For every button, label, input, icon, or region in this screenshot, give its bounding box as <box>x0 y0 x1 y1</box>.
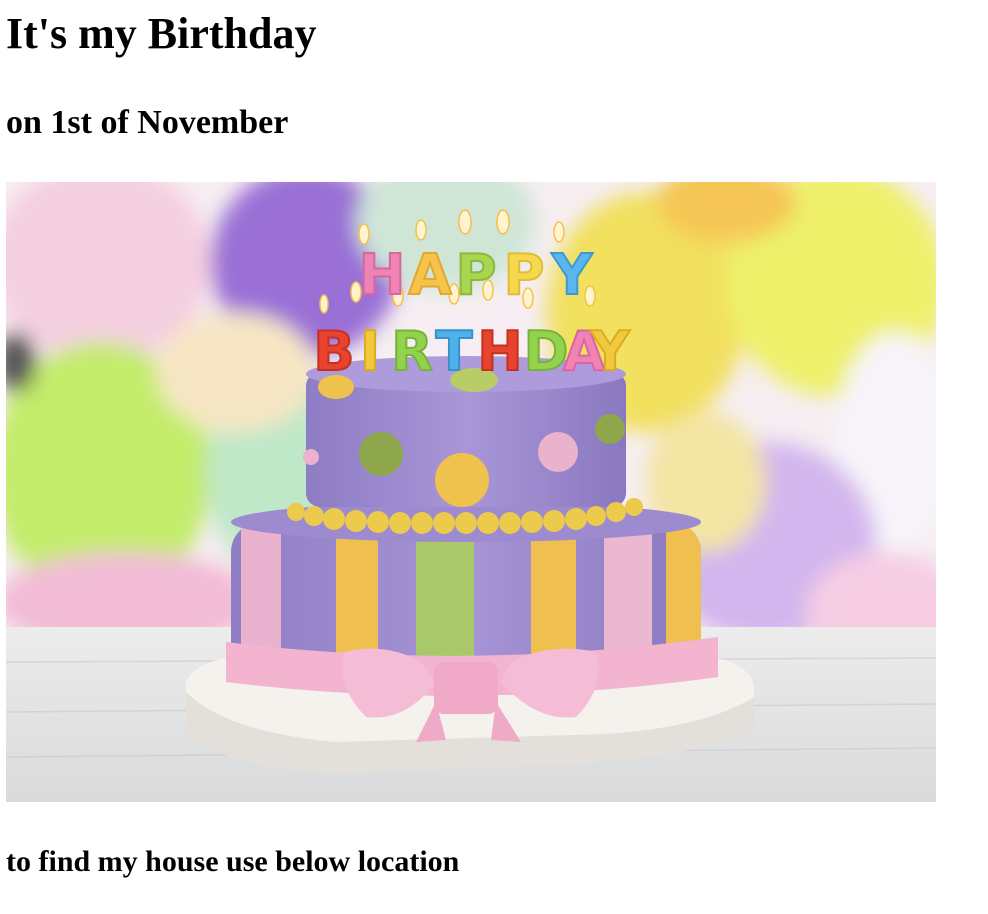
page-subtitle: on 1st of November <box>6 104 289 141</box>
candle-letter: B <box>313 320 354 383</box>
candle-letter: D <box>524 320 569 383</box>
candle-letter: A <box>408 243 452 308</box>
candle-letter: P <box>503 243 544 308</box>
candle-letter: Y <box>589 320 630 383</box>
page-title: It's my Birthday <box>6 9 317 58</box>
candle-letter: Y <box>551 243 594 308</box>
candle-letter: R <box>391 320 433 383</box>
candle-letter: I <box>360 320 380 383</box>
candle-letter: H <box>359 243 406 308</box>
candle-letter: H <box>477 320 522 383</box>
birthday-cake-image: H A P P Y B I R T H D A Y <box>6 182 936 802</box>
candle-letter: T <box>436 320 473 383</box>
location-instruction: to find my house use below location <box>6 845 460 878</box>
candle-letter: P <box>455 243 496 308</box>
